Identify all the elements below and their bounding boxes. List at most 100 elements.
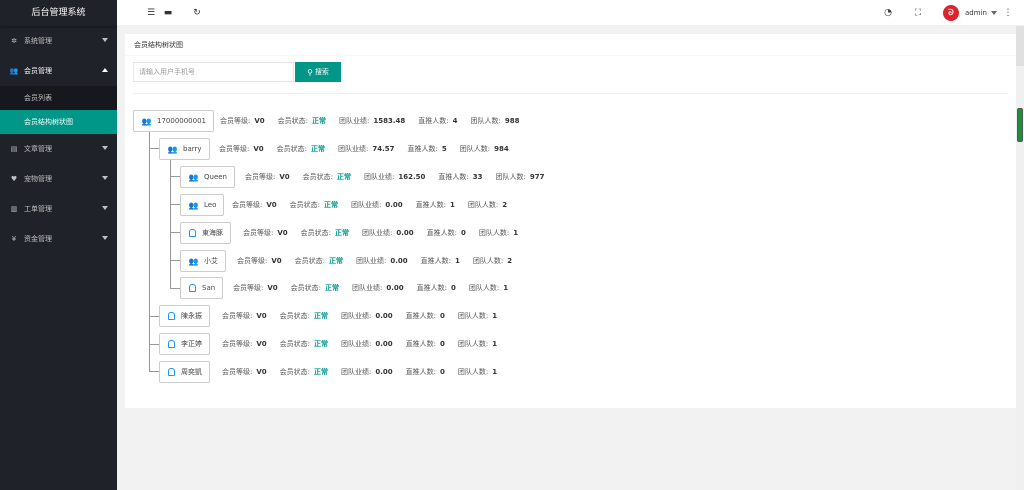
refresh-icon[interactable]: ↻: [192, 8, 202, 18]
sidebar-subitem-member-list[interactable]: 会员列表: [0, 86, 117, 110]
level-label: 会员等级:: [222, 312, 253, 320]
status-label: 会员状态:: [294, 257, 326, 265]
article-icon: ▤: [10, 145, 18, 153]
avatar: ᘐ: [943, 5, 959, 21]
team-value: 988: [504, 117, 520, 125]
sidebar-submenu-members: 会员列表 会员结构树状图: [0, 86, 117, 134]
status-label: 会员状态:: [279, 312, 311, 320]
tree-node[interactable]: 👥 17000000001: [133, 110, 214, 132]
menu-collapse-icon[interactable]: ☰: [146, 8, 156, 18]
tree-connector: [170, 176, 180, 177]
node-info: 会员等级: V0 会员状态: 正常 团队业绩: 0.00 直推人数: 0 团队人数: 1: [222, 333, 510, 355]
node-name: 陳永振: [181, 312, 202, 320]
sidebar-item-label: 系统管理: [24, 37, 52, 45]
perf-label: 团队业绩:: [339, 117, 370, 125]
direct-value: 0: [440, 368, 445, 376]
user-icon: [189, 229, 196, 237]
tree-node[interactable]: 李正婷: [159, 333, 210, 355]
tree-connector: [170, 204, 180, 205]
sidebar-item-label: 会员管理: [24, 67, 52, 75]
search-input[interactable]: 请输入用户手机号: [133, 62, 294, 82]
level-value: V0: [253, 145, 264, 153]
level-label: 会员等级:: [243, 229, 274, 237]
team-value: 2: [502, 201, 508, 209]
team-label: 团队人数:: [478, 229, 510, 237]
users-icon: 👥: [141, 116, 152, 126]
level-value: V0: [266, 201, 277, 209]
perf-value: 0.00: [385, 201, 403, 209]
scrollbar-track[interactable]: [1016, 26, 1024, 490]
level-label: 会员等级:: [232, 201, 263, 209]
scrollbar-cap: [1016, 26, 1024, 66]
direct-label: 直推人数:: [407, 145, 438, 153]
sidebar-item-label: 资金管理: [24, 235, 52, 243]
sidebar-item-tickets[interactable]: ▥ 工单管理: [0, 194, 117, 224]
team-value: 1: [492, 368, 498, 376]
tree-connector: [170, 232, 180, 233]
direct-value: 5: [441, 145, 447, 153]
search-button[interactable]: ⚲ 搜索: [295, 62, 341, 82]
scrollbar-thumb[interactable]: [1017, 108, 1023, 142]
direct-value: 4: [452, 117, 458, 125]
tree-node[interactable]: 👥 小艾: [180, 250, 226, 272]
level-label: 会员等级:: [245, 173, 276, 181]
chevron-up-icon: [102, 68, 108, 72]
sidebar-item-label: 宠物管理: [24, 175, 52, 183]
direct-label: 直推人数:: [420, 257, 452, 265]
sidebar-item-label: 文章管理: [24, 145, 52, 153]
node-name: Leo: [204, 201, 217, 209]
sidebar-item-funds[interactable]: ¥ 资金管理: [0, 224, 117, 254]
node-info: 会员等级: V0 会员状态: 正常 团队业绩: 162.50 直推人数: 33 团队人数…: [245, 166, 557, 188]
status-value: 正常: [314, 312, 329, 320]
team-value: 1: [492, 340, 498, 348]
tree-node[interactable]: 👥 barry: [159, 138, 210, 160]
theme-icon[interactable]: ◔: [883, 8, 893, 18]
user-icon: [168, 368, 175, 376]
node-info: 会员等级: V0 会员状态: 正常 团队业绩: 0.00 直推人数: 0 团队人数: 1: [243, 222, 531, 244]
sidebar-item-members[interactable]: 👥 会员管理: [0, 56, 117, 86]
more-icon[interactable]: ⋮: [1003, 8, 1013, 18]
node-name: barry: [183, 145, 202, 153]
tree-node[interactable]: 周奕凱: [159, 361, 210, 383]
tree-node[interactable]: 👥 Queen: [180, 166, 235, 188]
user-menu[interactable]: ᘐ admin: [943, 5, 997, 21]
status-label: 会员状态:: [279, 368, 311, 376]
node-name: 東海豚: [202, 229, 223, 237]
chevron-down-icon: [102, 206, 108, 210]
direct-label: 直推人数:: [416, 284, 448, 292]
status-value: 正常: [325, 284, 340, 292]
tree-node[interactable]: San: [180, 277, 224, 299]
tree-node[interactable]: 東海豚: [180, 222, 231, 244]
node-info: 会员等级: V0 会员状态: 正常 团队业绩: 74.57 直推人数: 5 团队人数: 9…: [219, 138, 522, 160]
node-name: Queen: [204, 173, 227, 181]
node-name: 周奕凱: [181, 368, 202, 376]
doc-icon: ▥: [10, 205, 18, 213]
status-value: 正常: [314, 368, 329, 376]
fullscreen-icon[interactable]: ⛶: [913, 8, 923, 18]
status-label: 会员状态:: [276, 145, 308, 153]
perf-value: 0.00: [390, 257, 408, 265]
direct-value: 1: [450, 201, 455, 209]
users-icon: 👥: [188, 200, 199, 210]
tree-node[interactable]: 陳永振: [159, 305, 210, 327]
perf-label: 团队业绩:: [338, 145, 369, 153]
perf-label: 团队业绩:: [356, 257, 387, 265]
status-value: 正常: [335, 229, 350, 237]
sidebar-item-system[interactable]: ✲ 系统管理: [0, 26, 117, 56]
direct-label: 直推人数:: [438, 173, 469, 181]
team-label: 团队人数:: [468, 284, 500, 292]
site-icon[interactable]: ▬: [163, 8, 173, 18]
sidebar-item-articles[interactable]: ▤ 文章管理: [0, 134, 117, 164]
node-name: 李正婷: [181, 340, 202, 348]
sidebar-subitem-member-tree[interactable]: 会员结构树状图: [0, 110, 117, 134]
direct-label: 直推人数:: [415, 201, 447, 209]
sidebar-item-pets[interactable]: ♥ 宠物管理: [0, 164, 117, 194]
perf-value: 0.00: [375, 368, 393, 376]
chevron-down-icon: [102, 176, 108, 180]
divider: [133, 93, 1008, 94]
chevron-down-icon: [102, 38, 108, 42]
direct-value: 0: [440, 340, 445, 348]
direct-value: 0: [451, 284, 456, 292]
status-value: 正常: [311, 145, 326, 153]
tree-node[interactable]: 👥 Leo: [180, 194, 225, 216]
